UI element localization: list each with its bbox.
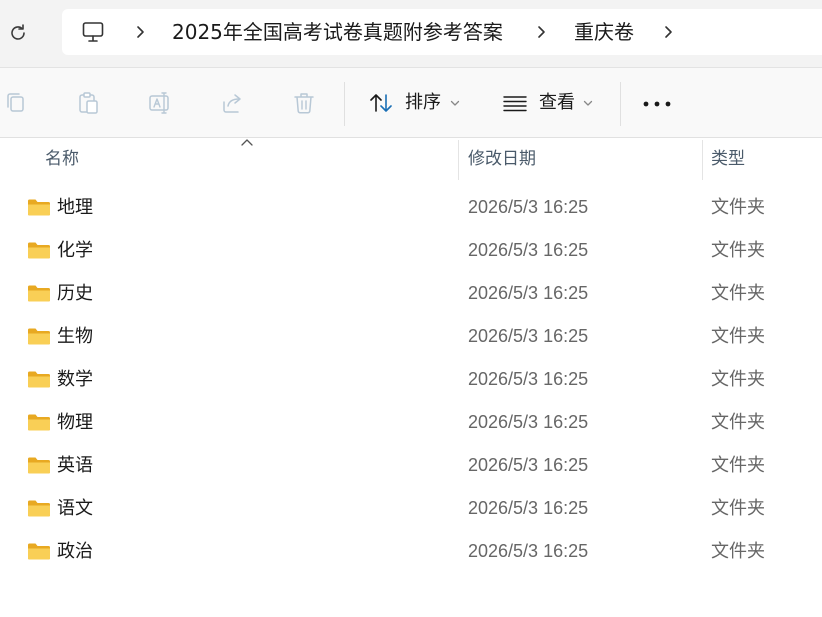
file-type: 文件夹 bbox=[711, 197, 765, 218]
table-row[interactable]: 政治 2026/5/3 16:25 文件夹 bbox=[0, 530, 822, 573]
file-date: 2026/5/3 16:25 bbox=[468, 412, 589, 432]
chevron-right-icon[interactable] bbox=[535, 24, 549, 40]
view-icon[interactable] bbox=[502, 90, 528, 116]
chevron-right-icon[interactable] bbox=[134, 24, 148, 40]
file-name: 数学 bbox=[57, 369, 93, 390]
file-date: 2026/5/3 16:25 bbox=[468, 498, 589, 518]
folder-icon bbox=[28, 371, 50, 388]
folder-icon bbox=[28, 328, 50, 345]
chevron-right-icon[interactable] bbox=[662, 24, 676, 40]
toolbar-divider bbox=[344, 82, 345, 126]
address-bar-row: 2025年全国高考试卷真题附参考答案 重庆卷 bbox=[0, 0, 822, 68]
table-row[interactable]: 物理 2026/5/3 16:25 文件夹 bbox=[0, 401, 822, 444]
file-type: 文件夹 bbox=[711, 498, 765, 519]
sort-icon[interactable] bbox=[368, 90, 394, 116]
file-date: 2026/5/3 16:25 bbox=[468, 283, 589, 303]
share-icon[interactable] bbox=[219, 90, 245, 116]
file-date: 2026/5/3 16:25 bbox=[468, 369, 589, 389]
column-header-name[interactable]: 名称 bbox=[45, 148, 79, 170]
folder-icon bbox=[28, 199, 50, 216]
file-name: 政治 bbox=[57, 541, 93, 562]
breadcrumb-item-chongqing[interactable]: 重庆卷 bbox=[574, 19, 634, 45]
column-header-row: 名称 修改日期 类型 bbox=[0, 138, 822, 180]
file-name: 生物 bbox=[57, 326, 93, 347]
delete-icon[interactable] bbox=[291, 90, 317, 116]
view-button-label[interactable]: 查看 bbox=[539, 92, 575, 114]
table-row[interactable]: 语文 2026/5/3 16:25 文件夹 bbox=[0, 487, 822, 530]
rename-icon[interactable] bbox=[147, 90, 173, 116]
sort-button-label[interactable]: 排序 bbox=[405, 92, 441, 114]
table-row[interactable]: 生物 2026/5/3 16:25 文件夹 bbox=[0, 315, 822, 358]
sort-ascending-icon bbox=[241, 139, 253, 146]
file-type: 文件夹 bbox=[711, 240, 765, 261]
file-name: 历史 bbox=[57, 283, 93, 304]
file-type: 文件夹 bbox=[711, 412, 765, 433]
file-type: 文件夹 bbox=[711, 541, 765, 562]
this-pc-icon[interactable] bbox=[81, 20, 105, 44]
command-bar: 排序 查看 bbox=[0, 68, 822, 138]
table-row[interactable]: 历史 2026/5/3 16:25 文件夹 bbox=[0, 272, 822, 315]
table-row[interactable]: 地理 2026/5/3 16:25 文件夹 bbox=[0, 186, 822, 229]
file-type: 文件夹 bbox=[711, 369, 765, 390]
breadcrumb-item-exam-folder[interactable]: 2025年全国高考试卷真题附参考答案 bbox=[172, 19, 503, 45]
toolbar-divider bbox=[620, 82, 621, 126]
folder-icon bbox=[28, 457, 50, 474]
file-date: 2026/5/3 16:25 bbox=[468, 197, 589, 217]
table-row[interactable]: 英语 2026/5/3 16:25 文件夹 bbox=[0, 444, 822, 487]
folder-icon bbox=[28, 242, 50, 259]
file-type: 文件夹 bbox=[711, 455, 765, 476]
file-date: 2026/5/3 16:25 bbox=[468, 455, 589, 475]
file-name: 语文 bbox=[57, 498, 93, 519]
file-date: 2026/5/3 16:25 bbox=[468, 240, 589, 260]
file-list: 地理 2026/5/3 16:25 文件夹 化学 2026/5/3 16:25 … bbox=[0, 186, 822, 573]
chevron-down-icon[interactable] bbox=[450, 99, 460, 107]
folder-icon bbox=[28, 500, 50, 517]
file-name: 英语 bbox=[57, 455, 93, 476]
file-name: 地理 bbox=[57, 197, 93, 218]
column-divider[interactable] bbox=[458, 140, 459, 180]
refresh-button[interactable] bbox=[6, 20, 30, 46]
address-box[interactable]: 2025年全国高考试卷真题附参考答案 重庆卷 bbox=[62, 9, 822, 55]
file-type: 文件夹 bbox=[711, 283, 765, 304]
table-row[interactable]: 数学 2026/5/3 16:25 文件夹 bbox=[0, 358, 822, 401]
file-date: 2026/5/3 16:25 bbox=[468, 541, 589, 561]
file-explorer-window: 2025年全国高考试卷真题附参考答案 重庆卷 排序 查看 名称 修改日期 类型 … bbox=[0, 0, 822, 617]
column-header-date[interactable]: 修改日期 bbox=[468, 148, 536, 170]
file-date: 2026/5/3 16:25 bbox=[468, 326, 589, 346]
folder-icon bbox=[28, 285, 50, 302]
paste-icon[interactable] bbox=[75, 90, 101, 116]
folder-icon bbox=[28, 543, 50, 560]
file-type: 文件夹 bbox=[711, 326, 765, 347]
copy-icon[interactable] bbox=[3, 90, 29, 116]
chevron-down-icon[interactable] bbox=[583, 99, 593, 107]
column-divider[interactable] bbox=[702, 140, 703, 180]
column-header-type[interactable]: 类型 bbox=[711, 148, 745, 170]
folder-icon bbox=[28, 414, 50, 431]
table-row[interactable]: 化学 2026/5/3 16:25 文件夹 bbox=[0, 229, 822, 272]
file-name: 化学 bbox=[57, 240, 93, 261]
file-name: 物理 bbox=[57, 412, 93, 433]
more-options-icon[interactable] bbox=[643, 101, 671, 107]
refresh-icon bbox=[11, 24, 25, 40]
